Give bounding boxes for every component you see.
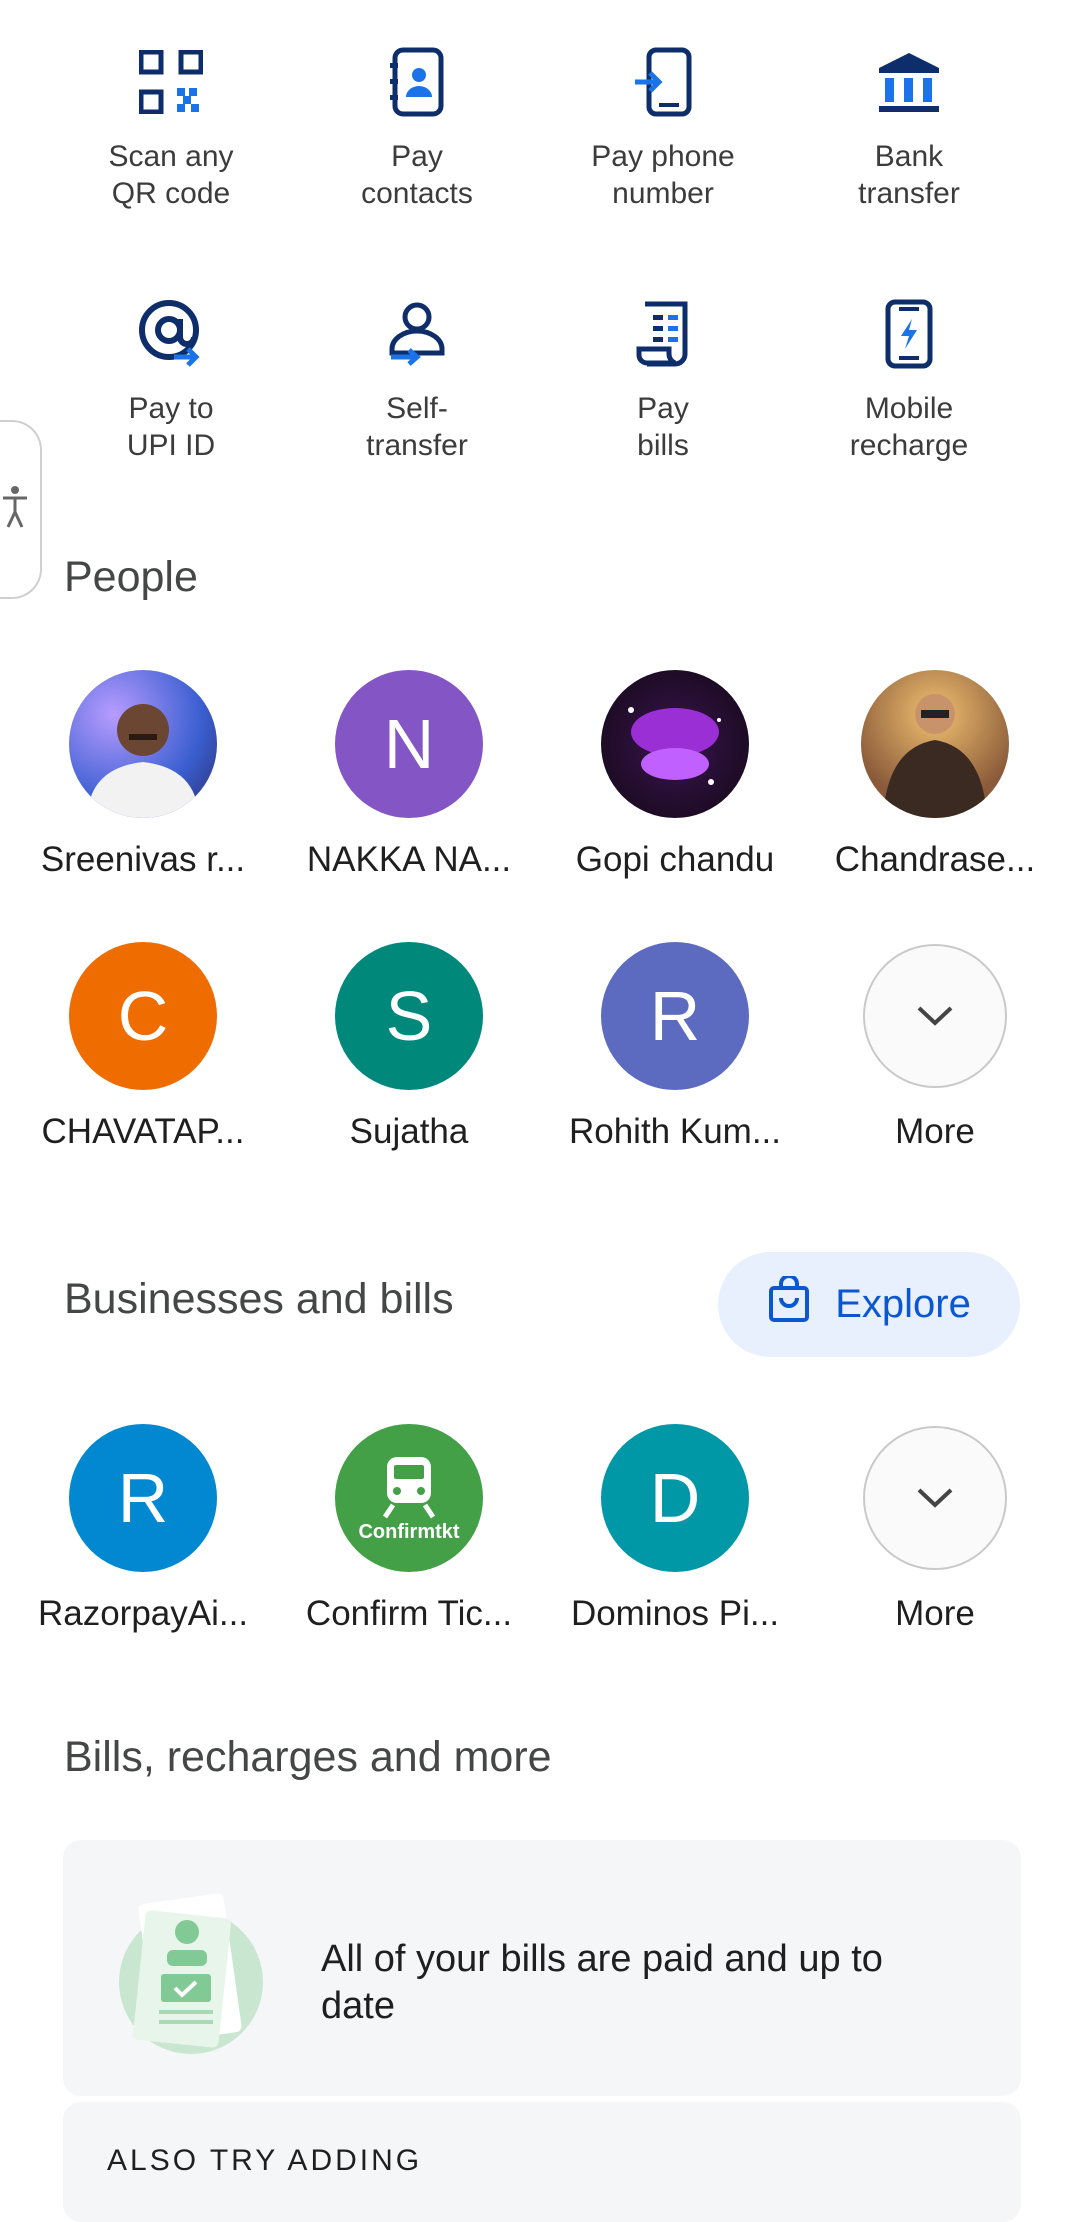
avatar xyxy=(601,670,749,818)
confirmtkt-logo-text: Confirmtkt xyxy=(358,1520,460,1543)
business-dominos[interactable]: D Dominos Pi... xyxy=(545,1424,805,1634)
bills-paid-illustration-icon xyxy=(115,1884,263,2059)
avatar xyxy=(69,670,217,818)
action-self-transfer[interactable]: Self- transfer xyxy=(297,294,537,464)
more-label: More xyxy=(895,1112,975,1151)
contact-chandrase[interactable]: Chandrase... xyxy=(805,670,1065,880)
bills-status-text: All of your bills are paid and up to dat… xyxy=(321,1938,883,2027)
action-bank-transfer[interactable]: Bank transfer xyxy=(789,42,1029,212)
contact-name: Gopi chandu xyxy=(575,840,775,879)
action-label: Scan any QR code xyxy=(108,140,234,210)
contact-name: CHAVATAP... xyxy=(41,1112,245,1151)
businesses-title: Businesses and bills xyxy=(64,1275,454,1323)
contact-name: Rohith Kum... xyxy=(568,1112,782,1151)
action-label: Bank transfer xyxy=(858,140,960,210)
action-pay-bills[interactable]: Pay bills xyxy=(543,294,783,464)
avatar: R xyxy=(69,1424,217,1572)
action-pay-upi[interactable]: Pay to UPI ID xyxy=(51,294,291,464)
bills-status-card: All of your bills are paid and up to dat… xyxy=(63,1840,1021,2096)
also-try-heading: ALSO TRY ADDING xyxy=(107,2144,423,2177)
action-label: Self- transfer xyxy=(366,392,468,462)
contacts-book-icon xyxy=(377,42,457,122)
phone-transfer-icon xyxy=(623,42,703,122)
avatar: R xyxy=(601,942,749,1090)
avatar: C xyxy=(69,942,217,1090)
people-more-button[interactable]: More xyxy=(805,944,1065,1152)
action-label: Pay phone number xyxy=(591,140,735,210)
contact-name: NAKKA NA... xyxy=(306,840,512,879)
avatar xyxy=(861,670,1009,818)
explore-label: Explore xyxy=(835,1282,971,1326)
contact-chavatap[interactable]: C CHAVATAP... xyxy=(13,942,273,1152)
contact-sujatha[interactable]: S Sujatha xyxy=(279,942,539,1152)
chevron-down-icon xyxy=(863,1426,1007,1570)
accessibility-icon xyxy=(1,485,29,534)
chevron-down-icon xyxy=(863,944,1007,1088)
action-pay-contacts[interactable]: Pay contacts xyxy=(297,42,537,212)
action-pay-phone[interactable]: Pay phone number xyxy=(543,42,783,212)
shopping-bag-icon xyxy=(767,1273,811,1334)
avatar: N xyxy=(335,670,483,818)
bills-title: Bills, recharges and more xyxy=(64,1733,552,1781)
more-label: More xyxy=(895,1594,975,1633)
contact-name: Chandrase... xyxy=(834,840,1036,879)
business-name: Dominos Pi... xyxy=(570,1594,780,1633)
also-try-card: ALSO TRY ADDING xyxy=(63,2102,1021,2222)
avatar: D xyxy=(601,1424,749,1572)
bill-icon xyxy=(623,294,703,374)
business-name: RazorpayAi... xyxy=(37,1594,249,1633)
business-razorpay[interactable]: R RazorpayAi... xyxy=(13,1424,273,1634)
mobile-recharge-icon xyxy=(869,294,949,374)
contact-nakka[interactable]: N NAKKA NA... xyxy=(279,670,539,880)
action-label: Pay bills xyxy=(637,392,689,462)
business-name: Confirm Tic... xyxy=(305,1594,513,1633)
action-label: Pay to UPI ID xyxy=(126,392,216,462)
action-scan-qr[interactable]: Scan any QR code xyxy=(51,42,291,212)
contact-name: Sujatha xyxy=(349,1112,469,1151)
business-confirmtkt[interactable]: Confirmtkt Confirm Tic... xyxy=(279,1424,539,1634)
action-mobile-recharge[interactable]: Mobile recharge xyxy=(789,294,1029,464)
action-label: Mobile recharge xyxy=(849,392,969,462)
contact-name: Sreenivas r... xyxy=(40,840,246,879)
confirmtkt-logo: Confirmtkt xyxy=(335,1424,483,1572)
bank-icon xyxy=(869,42,949,122)
contact-sreenivas[interactable]: Sreenivas r... xyxy=(13,670,273,880)
explore-button[interactable]: Explore xyxy=(718,1252,1020,1357)
at-sign-icon xyxy=(131,294,211,374)
accessibility-tab[interactable] xyxy=(0,420,42,599)
action-label: Pay contacts xyxy=(361,140,473,210)
contact-gopi[interactable]: Gopi chandu xyxy=(545,670,805,880)
contact-rohith[interactable]: R Rohith Kum... xyxy=(545,942,805,1152)
self-transfer-icon xyxy=(377,294,457,374)
qr-code-icon xyxy=(131,42,211,122)
avatar: S xyxy=(335,942,483,1090)
people-title: People xyxy=(64,553,198,601)
businesses-more-button[interactable]: More xyxy=(805,1426,1065,1634)
